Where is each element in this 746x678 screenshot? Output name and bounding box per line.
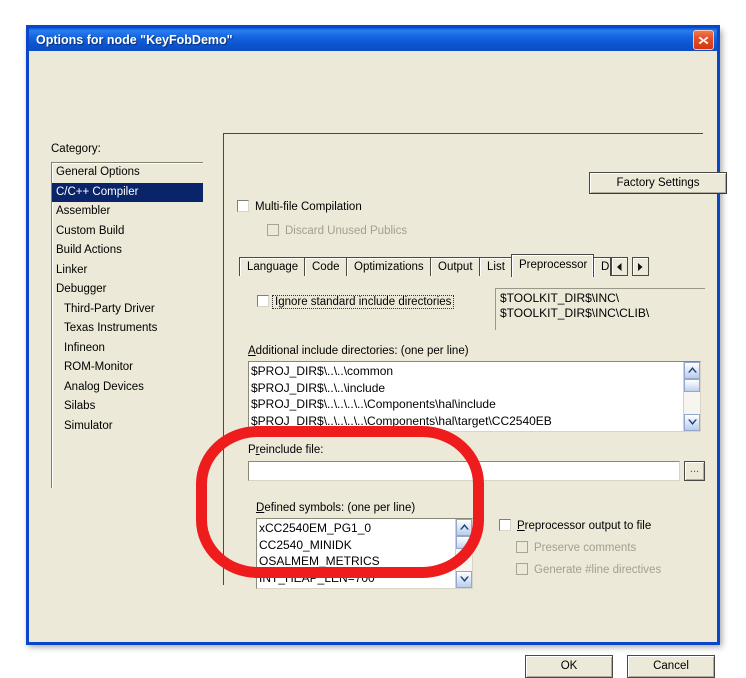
discard-unused-publics-row: Discard Unused Publics: [267, 224, 407, 237]
tab-output[interactable]: Output: [430, 257, 480, 276]
generate-line-directives-checkbox: [516, 563, 528, 575]
multi-file-compilation-label: Multi-file Compilation: [255, 201, 362, 213]
preinclude-file-label: Preinclude file:: [248, 444, 323, 456]
chevron-down-icon: [687, 419, 697, 425]
category-item[interactable]: General Options: [52, 163, 203, 183]
additional-includes-listbox[interactable]: $PROJ_DIR$\..\..\common $PROJ_DIR$\..\..\…: [248, 361, 701, 432]
ignore-standard-includes-label: Ignore standard include directories: [272, 295, 455, 309]
defined-symbol-line: INT_HEAP_LEN=700: [259, 570, 375, 585]
category-item[interactable]: Assembler: [52, 202, 203, 222]
close-button[interactable]: [693, 30, 714, 50]
additional-includes-label-rest: dditional include directories: (one per …: [255, 345, 469, 357]
defined-symbol-line: CC2540_MINIDK: [259, 537, 352, 552]
scroll-down-button[interactable]: [684, 414, 700, 431]
additional-includes-label-mnemonic: A: [248, 345, 256, 357]
cancel-button[interactable]: Cancel: [627, 655, 715, 678]
defined-symbols-listbox[interactable]: xCC2540EM_PG1_0 CC2540_MINIDK OSALMEM_METR…: [256, 518, 473, 589]
preinclude-file-input[interactable]: [248, 461, 680, 481]
factory-settings-button[interactable]: Factory Settings: [589, 172, 727, 194]
tab-optimizations[interactable]: Optimizations: [346, 257, 431, 276]
preinclude-label-rest: einclude file:: [259, 444, 324, 456]
preprocessor-output-to-file-label: Preprocessor output to file: [517, 520, 651, 532]
tab-list[interactable]: List: [479, 257, 512, 276]
triangle-right-icon: [638, 263, 643, 271]
preserve-comments-row: Preserve comments: [516, 541, 636, 554]
category-item[interactable]: ROM-Monitor: [52, 358, 203, 378]
ok-button[interactable]: OK: [525, 655, 613, 678]
include-directory-line: $PROJ_DIR$\..\..\..\..\Components\hal\in…: [251, 397, 496, 411]
additional-includes-lines[interactable]: $PROJ_DIR$\..\..\common $PROJ_DIR$\..\..\…: [249, 362, 683, 431]
preinclude-label-p: P: [248, 444, 256, 456]
scrollbar-track[interactable]: [684, 392, 700, 414]
toolkit-directory-line: $TOOLKIT_DIR$\INC\CLIB\: [500, 306, 650, 320]
tab-strip: Language Code Optimizations Output List Prepr…: [239, 254, 720, 277]
category-item[interactable]: Linker: [52, 261, 203, 281]
category-item[interactable]: Debugger: [52, 280, 203, 300]
triangle-left-icon: [617, 263, 622, 271]
preinclude-browse-button[interactable]: ...: [684, 461, 705, 481]
scrollbar-thumb[interactable]: [684, 379, 700, 392]
toolkit-directories-readonly: $TOOLKIT_DIR$\INC\ $TOOLKIT_DIR$\INC\CLIB…: [495, 288, 705, 330]
ignore-standard-includes-checkbox[interactable]: [257, 295, 269, 307]
chevron-down-icon: [459, 576, 469, 582]
preprocessor-output-to-file-checkbox[interactable]: [499, 519, 511, 531]
category-list[interactable]: General Options C/C++ Compiler Assembler Cu…: [51, 162, 203, 488]
discard-unused-publics-checkbox: [267, 224, 279, 236]
generate-line-directives-label: Generate #line directives: [534, 564, 662, 576]
scroll-up-button[interactable]: [456, 519, 472, 536]
include-directory-line: $PROJ_DIR$\..\..\include: [251, 380, 386, 395]
category-item[interactable]: Simulator: [52, 417, 203, 437]
category-item[interactable]: Custom Build: [52, 222, 203, 242]
defined-symbols-scrollbar[interactable]: [455, 519, 472, 588]
ppout-rest: reprocessor output to file: [524, 520, 652, 532]
defined-symbols-lines[interactable]: xCC2540EM_PG1_0 CC2540_MINIDK OSALMEM_METR…: [257, 519, 455, 588]
category-item[interactable]: Build Actions: [52, 241, 203, 261]
tab-scroll-left-button[interactable]: [611, 257, 628, 276]
scrollbar-thumb[interactable]: [456, 536, 472, 549]
toolkit-directory-line: $TOOLKIT_DIR$\INC\: [500, 291, 620, 305]
multi-file-compilation-checkbox[interactable]: [237, 200, 249, 212]
preprocessor-output-to-file-row: Preprocessor output to file: [499, 519, 651, 532]
include-directory-line: $PROJ_DIR$\..\..\..\..\Components\hal\ta…: [251, 413, 552, 428]
defined-symbol-line: xCC2540EM_PG1_0: [259, 521, 372, 535]
dialog-body: Category: General Options C/C++ Compiler A…: [29, 54, 727, 678]
title-bar: Options for node "KeyFobDemo": [26, 25, 720, 51]
preserve-comments-checkbox: [516, 541, 528, 553]
ignore-standard-includes-row: Ignore standard include directories: [257, 295, 455, 309]
defined-symbols-label: Defined symbols: (one per line): [256, 502, 415, 514]
options-dialog: Options for node "KeyFobDemo" Category: …: [26, 25, 727, 678]
category-item[interactable]: C/C++ Compiler: [52, 182, 203, 202]
category-item[interactable]: Silabs: [52, 397, 203, 417]
tab-preprocessor[interactable]: Preprocessor: [511, 254, 594, 277]
additional-includes-label: Additional include directories: (one per…: [248, 345, 469, 357]
category-item[interactable]: Analog Devices: [52, 378, 203, 398]
chevron-up-icon: [459, 524, 469, 530]
category-item[interactable]: Third-Party Driver: [52, 300, 203, 320]
discard-unused-publics-label: Discard Unused Publics: [285, 225, 408, 237]
tab-scroll-right-button[interactable]: [632, 257, 649, 276]
additional-includes-scrollbar[interactable]: [683, 362, 700, 431]
ppout-mnemonic: P: [517, 520, 525, 532]
category-label: Category:: [51, 143, 101, 155]
scrollbar-track[interactable]: [456, 549, 472, 571]
defined-symbols-label-rest: efined symbols: (one per line): [264, 502, 416, 514]
preserve-comments-label: Preserve comments: [534, 542, 637, 554]
include-directory-line: $PROJ_DIR$\..\..\common: [251, 364, 394, 378]
tab-language[interactable]: Language: [239, 257, 305, 276]
window-title: Options for node "KeyFobDemo": [36, 32, 233, 47]
scroll-up-button[interactable]: [684, 362, 700, 379]
close-icon: [698, 36, 709, 45]
multi-file-compilation-row: Multi-file Compilation: [237, 200, 362, 213]
category-item[interactable]: Texas Instruments: [52, 319, 203, 339]
chevron-up-icon: [687, 367, 697, 373]
tab-code[interactable]: Code: [304, 257, 347, 276]
generate-line-directives-row: Generate #line directives: [516, 563, 661, 576]
scroll-down-button[interactable]: [456, 571, 472, 588]
category-item[interactable]: Infineon: [52, 339, 203, 359]
defined-symbol-line: OSALMEM_METRICS: [259, 554, 380, 568]
tab-d[interactable]: D: [593, 257, 611, 276]
